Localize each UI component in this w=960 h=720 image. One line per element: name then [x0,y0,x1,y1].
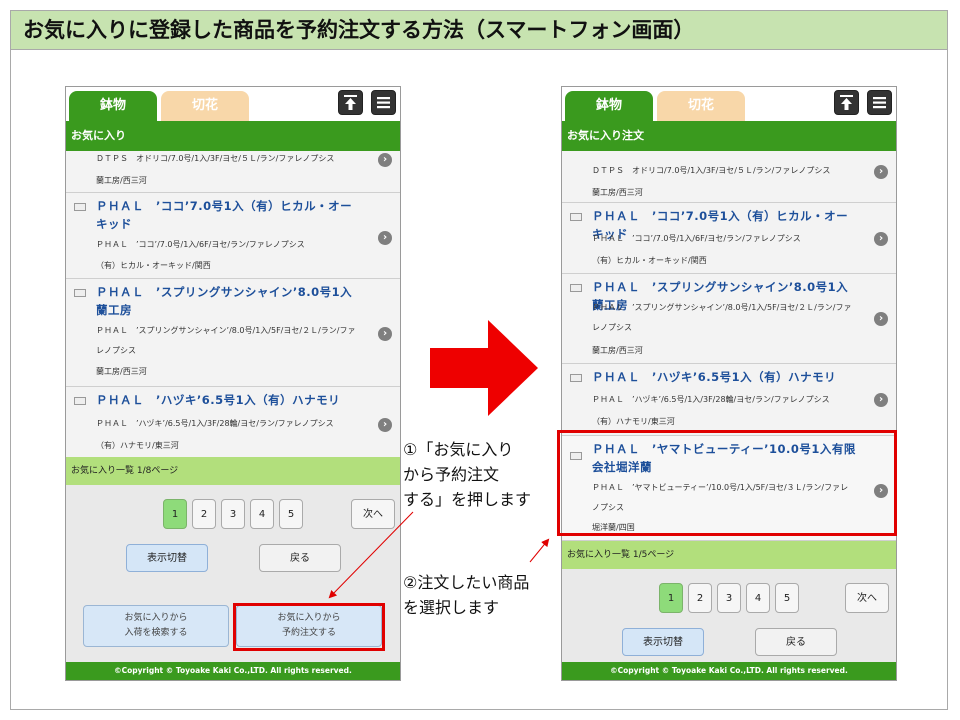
pointer-line-to-order-button [328,511,414,599]
pointer-lines [328,511,550,599]
pointer-line-to-selected-item [529,538,550,563]
